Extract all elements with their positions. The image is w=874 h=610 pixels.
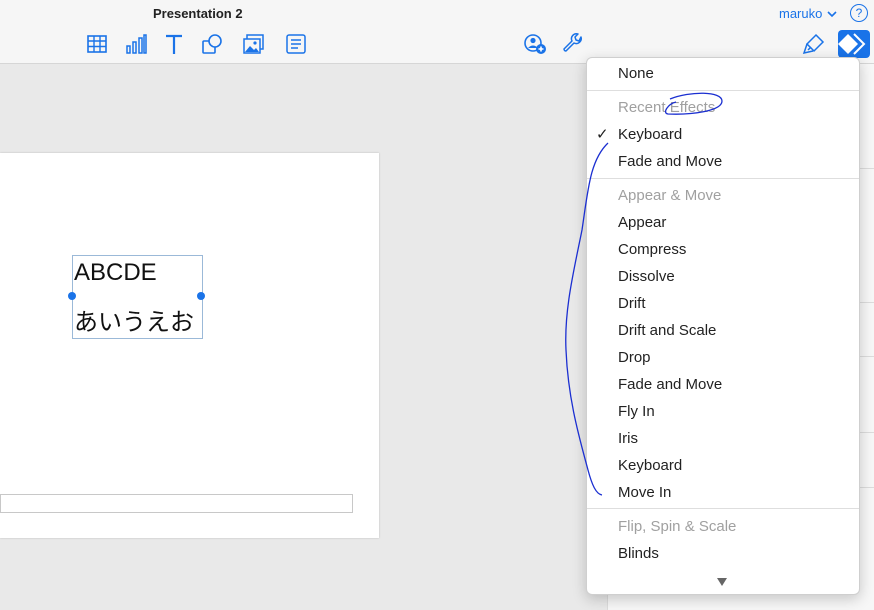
user-menu[interactable]: maruko [779, 6, 822, 21]
text-box-line-2[interactable]: あいうえお [74, 302, 194, 337]
menu-item-appear[interactable]: Appear [618, 214, 666, 231]
top-toolbar: Presentation 2 maruko ? [0, 0, 874, 64]
resize-handle-left[interactable] [68, 292, 76, 300]
sidebar-divider [858, 168, 874, 169]
presenter-notes-field[interactable] [0, 494, 353, 513]
comment-icon [286, 34, 306, 54]
text-icon [166, 34, 182, 54]
table-icon [87, 35, 107, 53]
resize-handle-right[interactable] [197, 292, 205, 300]
text-button[interactable] [162, 32, 186, 56]
menu-header-appear-move: Appear & Move [618, 187, 722, 204]
shape-icon [202, 34, 222, 54]
document-title: Presentation 2 [153, 6, 243, 21]
settings-button[interactable] [561, 32, 585, 56]
media-icon [243, 34, 264, 54]
sidebar-divider [858, 487, 874, 488]
settings-wrench-icon [563, 33, 582, 52]
checkmark-icon: ✓ [596, 126, 609, 143]
sidebar-divider [858, 356, 874, 357]
menu-item-iris[interactable]: Iris [618, 430, 638, 447]
format-button[interactable] [802, 32, 826, 56]
menu-item-fly-in[interactable]: Fly In [618, 403, 655, 420]
menu-item-recent-keyboard[interactable]: Keyboard [618, 126, 682, 143]
menu-header-flip-spin-scale: Flip, Spin & Scale [618, 518, 737, 535]
media-button[interactable] [242, 32, 266, 56]
sidebar-divider [858, 302, 874, 303]
menu-item-drift[interactable]: Drift [618, 295, 646, 312]
menu-item-dissolve[interactable]: Dissolve [618, 268, 675, 285]
menu-item-keyboard[interactable]: Keyboard [618, 457, 682, 474]
menu-separator [587, 178, 859, 179]
chart-icon [126, 34, 147, 54]
menu-item-recent-fade-and-move[interactable]: Fade and Move [618, 153, 722, 170]
help-button[interactable]: ? [850, 4, 868, 22]
slide-canvas[interactable] [0, 153, 379, 538]
collaborate-icon [524, 34, 546, 54]
chart-button[interactable] [124, 32, 148, 56]
menu-item-blinds[interactable]: Blinds [618, 545, 659, 562]
table-button[interactable] [85, 32, 109, 56]
animate-button[interactable] [838, 30, 870, 58]
menu-item-drift-and-scale[interactable]: Drift and Scale [618, 322, 716, 339]
animate-icon [838, 33, 866, 55]
menu-separator [587, 90, 859, 91]
menu-item-none[interactable]: None [618, 65, 654, 82]
menu-header-recent-effects: Recent Effects [618, 99, 716, 116]
sidebar-divider [858, 432, 874, 433]
animation-effects-menu: None Recent Effects ✓ Keyboard Fade and … [586, 57, 860, 595]
menu-item-drop[interactable]: Drop [618, 349, 651, 366]
shape-button[interactable] [200, 32, 224, 56]
menu-item-fade-and-move[interactable]: Fade and Move [618, 376, 722, 393]
format-brush-icon [802, 33, 825, 55]
text-box-line-1[interactable]: ABCDE [74, 259, 157, 287]
comment-button[interactable] [284, 32, 308, 56]
menu-item-move-in[interactable]: Move In [618, 484, 671, 501]
collaborate-button[interactable] [523, 32, 547, 56]
menu-separator [587, 508, 859, 509]
chevron-down-icon[interactable] [826, 8, 838, 20]
scroll-down-arrow-icon[interactable] [717, 578, 727, 586]
menu-item-compress[interactable]: Compress [618, 241, 686, 258]
